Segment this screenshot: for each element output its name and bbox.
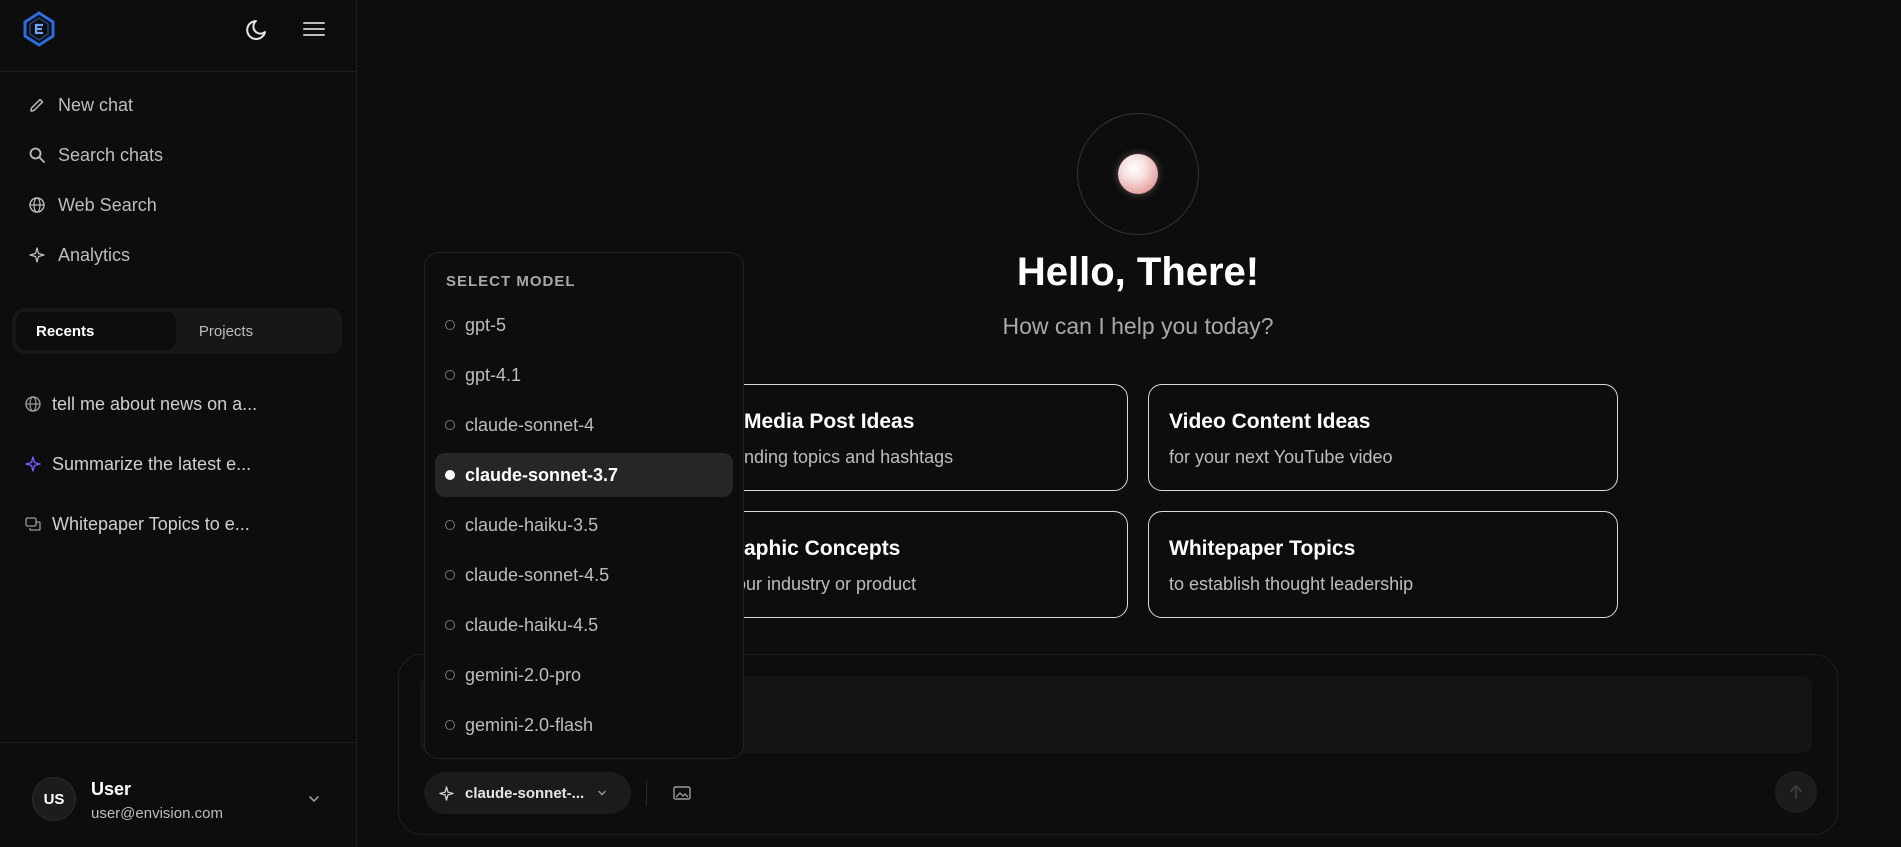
recent-chat-item[interactable]: Whitepaper Topics to e... [0, 494, 357, 554]
search-chats-label: Search chats [58, 144, 164, 165]
card-title: Whitepaper Topics [1169, 537, 1356, 560]
radio-dot [445, 720, 455, 730]
globe-icon [29, 197, 45, 213]
user-profile[interactable]: US User user@envision.com [0, 742, 357, 847]
radio-dot [445, 570, 455, 580]
model-option-list: gpt-5 gpt-4.1 claude-sonnet-4 claude-son… [435, 303, 733, 753]
model-option-label: gemini-2.0-pro [465, 664, 582, 685]
search-chats-button[interactable]: Search chats [0, 130, 357, 180]
greeting-subtitle: How can I help you today? [1002, 313, 1274, 339]
recent-chat-label: tell me about news on a... [52, 393, 258, 414]
tab-projects[interactable]: Projects [176, 312, 276, 350]
sparkles-icon [25, 456, 41, 472]
hamburger-menu-icon[interactable] [300, 16, 328, 42]
recent-chat-item[interactable]: Summarize the latest e... [0, 434, 357, 494]
model-selector-button[interactable]: claude-sonnet-... [424, 772, 631, 814]
new-chat-label: New chat [58, 94, 134, 115]
user-email: user@envision.com [91, 805, 223, 822]
model-option[interactable]: gpt-4.1 [435, 353, 733, 397]
chat-icon [25, 517, 41, 531]
radio-dot [445, 670, 455, 680]
analytics-label: Analytics [58, 244, 131, 265]
model-option[interactable]: gpt-5 [435, 303, 733, 347]
card-desc: to establish thought leadership [1169, 574, 1414, 594]
tab-recents[interactable]: Recents [16, 312, 176, 350]
card-title: Media Post Ideas [744, 410, 915, 433]
model-option-label: gpt-4.1 [465, 364, 522, 385]
model-option-label: claude-haiku-4.5 [465, 614, 599, 635]
model-dropdown: SELECT MODEL gpt-5 gpt-4.1 claude-sonnet… [424, 252, 744, 759]
radio-dot [445, 420, 455, 430]
web-search-label: Web Search [58, 194, 157, 215]
recent-chat-item[interactable]: tell me about news on a... [0, 374, 357, 434]
recent-chat-label: Whitepaper Topics to e... [52, 513, 250, 534]
suggestion-card[interactable]: Whitepaper Topics to establish thought l… [1148, 511, 1618, 618]
model-option[interactable]: gemini-2.0-pro [435, 653, 733, 697]
search-icon [29, 147, 45, 163]
web-search-button[interactable]: Web Search [0, 180, 357, 230]
pencil-icon [30, 98, 44, 112]
arrow-up-icon [1790, 785, 1802, 799]
card-desc: nding topics and hashtags [744, 447, 954, 467]
model-option-label: gpt-5 [465, 314, 507, 335]
avatar: US [32, 777, 76, 821]
sidebar: New chat Search chats Web Search Analyti… [0, 0, 357, 847]
sidebar-nav: New chat Search chats Web Search Analyti… [0, 80, 357, 280]
sparkles-icon [29, 247, 45, 263]
globe-icon [25, 396, 41, 412]
card-desc: our industry or product [736, 574, 917, 594]
user-name: User [91, 779, 132, 799]
model-selector-label: claude-sonnet-... [465, 784, 585, 802]
chevron-down-icon[interactable] [306, 791, 322, 807]
logo-icon[interactable] [20, 10, 58, 48]
greeting-title: Hello, There! [1016, 250, 1260, 294]
recent-chats-list: tell me about news on a... Summarize the… [0, 374, 357, 554]
radio-dot [445, 370, 455, 380]
radio-dot [445, 620, 455, 630]
assistant-orb [1118, 154, 1158, 194]
model-option-label: gemini-2.0-flash [465, 714, 594, 735]
image-upload-icon[interactable] [671, 782, 693, 804]
model-option[interactable]: claude-sonnet-4 [435, 403, 733, 447]
toolbar-divider [646, 780, 647, 806]
suggestion-card[interactable]: Video Content Ideas for your next YouTub… [1148, 384, 1618, 491]
sparkles-icon [439, 785, 454, 801]
new-chat-button[interactable]: New chat [0, 80, 357, 130]
model-option-label: claude-haiku-3.5 [465, 514, 599, 535]
sidebar-header [0, 0, 356, 72]
radio-dot [445, 470, 455, 480]
card-desc: for your next YouTube video [1169, 447, 1393, 467]
sidebar-tabs: Recents Projects [12, 308, 342, 354]
model-option[interactable]: claude-haiku-4.5 [435, 603, 733, 647]
radio-dot [445, 320, 455, 330]
card-title: Video Content Ideas [1169, 410, 1371, 433]
recent-chat-label: Summarize the latest e... [52, 453, 252, 474]
send-button[interactable] [1775, 771, 1817, 813]
radio-dot [445, 520, 455, 530]
analytics-button[interactable]: Analytics [0, 230, 357, 280]
dropdown-heading: SELECT MODEL [446, 273, 576, 290]
model-option-selected[interactable]: claude-sonnet-3.7 [435, 453, 733, 497]
moon-icon[interactable] [245, 16, 271, 42]
model-option-label: claude-sonnet-4.5 [465, 564, 610, 585]
model-option-label: claude-sonnet-4 [465, 414, 595, 435]
model-option-label: claude-sonnet-3.7 [465, 464, 619, 485]
model-option[interactable]: gemini-2.0-flash [435, 703, 733, 747]
card-title: aphic Concepts [744, 537, 901, 560]
model-option[interactable]: claude-sonnet-4.5 [435, 553, 733, 597]
model-option[interactable]: claude-haiku-3.5 [435, 503, 733, 547]
chevron-down-icon [598, 790, 606, 796]
